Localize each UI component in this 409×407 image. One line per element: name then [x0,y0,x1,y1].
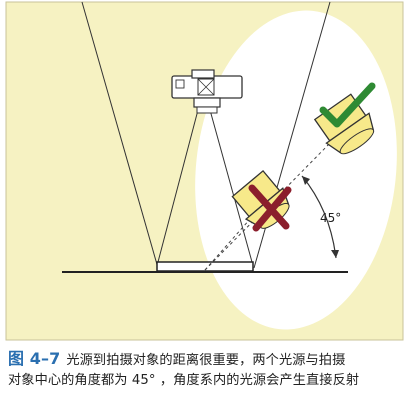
caption-text-2: 对象中心的角度都为 45° ，角度系内的光源会产生直接反射 [8,373,360,388]
figure-number: 图 4–7 [8,349,61,368]
angle-label: 45° [320,211,341,225]
caption-line-1: 图 4–7 光源到拍摄对象的距离很重要，两个光源与拍摄 [8,349,406,371]
caption-text-1: 光源到拍摄对象的距离很重要，两个光源与拍摄 [66,353,346,368]
figure-caption: 图 4–7 光源到拍摄对象的距离很重要，两个光源与拍摄 对象中心的角度都为 45°… [8,349,406,391]
lighting-diagram: 45° [5,1,404,341]
